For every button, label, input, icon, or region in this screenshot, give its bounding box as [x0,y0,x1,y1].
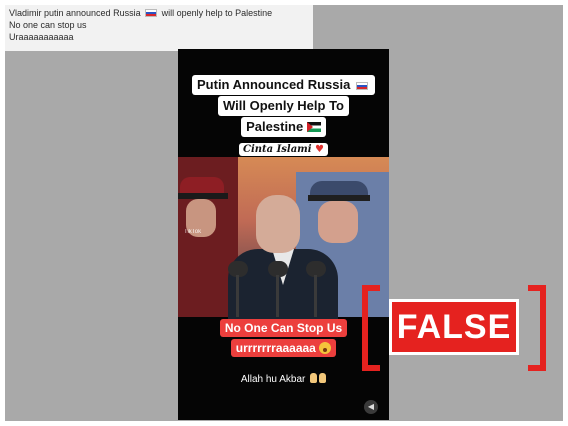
top-caption: Putin Announced Russia Will Openly Help … [178,75,389,138]
post-text: Vladimir putin announced Russia will ope… [5,5,313,51]
tiktok-watermark: TikTok [184,229,202,235]
bottom-caption: No One Can Stop Us urrrrrrraaaaaa [178,319,389,359]
officer-face-right [318,201,358,243]
caption-line-3: Palestine [241,117,326,137]
caption-line-1: Putin Announced Russia [192,75,375,95]
brand-label: Cinta Islami ♥ [238,143,329,156]
post-line-2: No one can stop us [9,20,87,30]
post-line-1b: will openly help to Palestine [161,8,273,18]
hand-icon [310,373,318,383]
russia-flag-icon [145,9,158,17]
mic-stand [276,275,279,317]
post-line-1: Vladimir putin announced Russia will ope… [9,7,309,19]
heart-icon: ♥ [315,144,325,155]
hand-icon [319,373,327,383]
mic-stand [314,275,317,317]
false-stamp: FALSE [362,285,546,375]
video-scene: TikTok [178,157,389,329]
palestine-flag-icon [306,122,321,132]
false-label: FALSE [389,299,519,355]
bottom-line-3: Allah hu Akbar [178,373,389,385]
russia-flag-icon [355,82,368,90]
brand-line: Cinta Islami ♥ [178,139,389,157]
bottom-line-2: urrrrrrraaaaaa [230,339,337,357]
caption-line-2: Will Openly Help To [218,96,349,116]
stamp-bracket-right [528,285,546,371]
post-line-1a: Vladimir putin announced Russia [9,8,141,18]
mic-stand [236,275,239,317]
speaker-head [256,195,300,253]
video-player[interactable]: Putin Announced Russia Will Openly Help … [178,49,389,420]
sound-icon[interactable]: ◀ [364,400,378,414]
post-line-3: Uraaaaaaaaaaa [9,32,74,42]
bottom-line-1: No One Can Stop Us [219,319,348,337]
emoji-face-icon [319,342,332,354]
stamp-bracket-left [362,285,380,371]
